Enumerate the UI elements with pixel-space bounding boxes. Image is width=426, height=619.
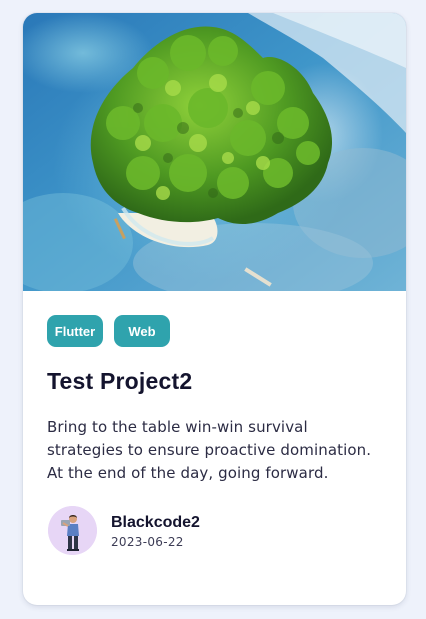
person-illustration-icon xyxy=(48,506,97,555)
tag-flutter[interactable]: Flutter xyxy=(47,315,103,347)
tag-list: Flutter Web xyxy=(47,315,382,347)
project-card[interactable]: Flutter Web Test Project2 Bring to the t… xyxy=(23,13,406,605)
project-cover-image xyxy=(23,13,406,291)
project-title[interactable]: Test Project2 xyxy=(47,367,382,395)
tag-web[interactable]: Web xyxy=(114,315,170,347)
publish-date: 2023-06-22 xyxy=(111,534,184,549)
avatar[interactable] xyxy=(48,506,97,555)
project-description: Bring to the table win-win survival stra… xyxy=(47,418,372,482)
author-info: Blackcode2 2023-06-22 xyxy=(47,506,382,555)
author-name[interactable]: Blackcode2 xyxy=(111,513,200,533)
